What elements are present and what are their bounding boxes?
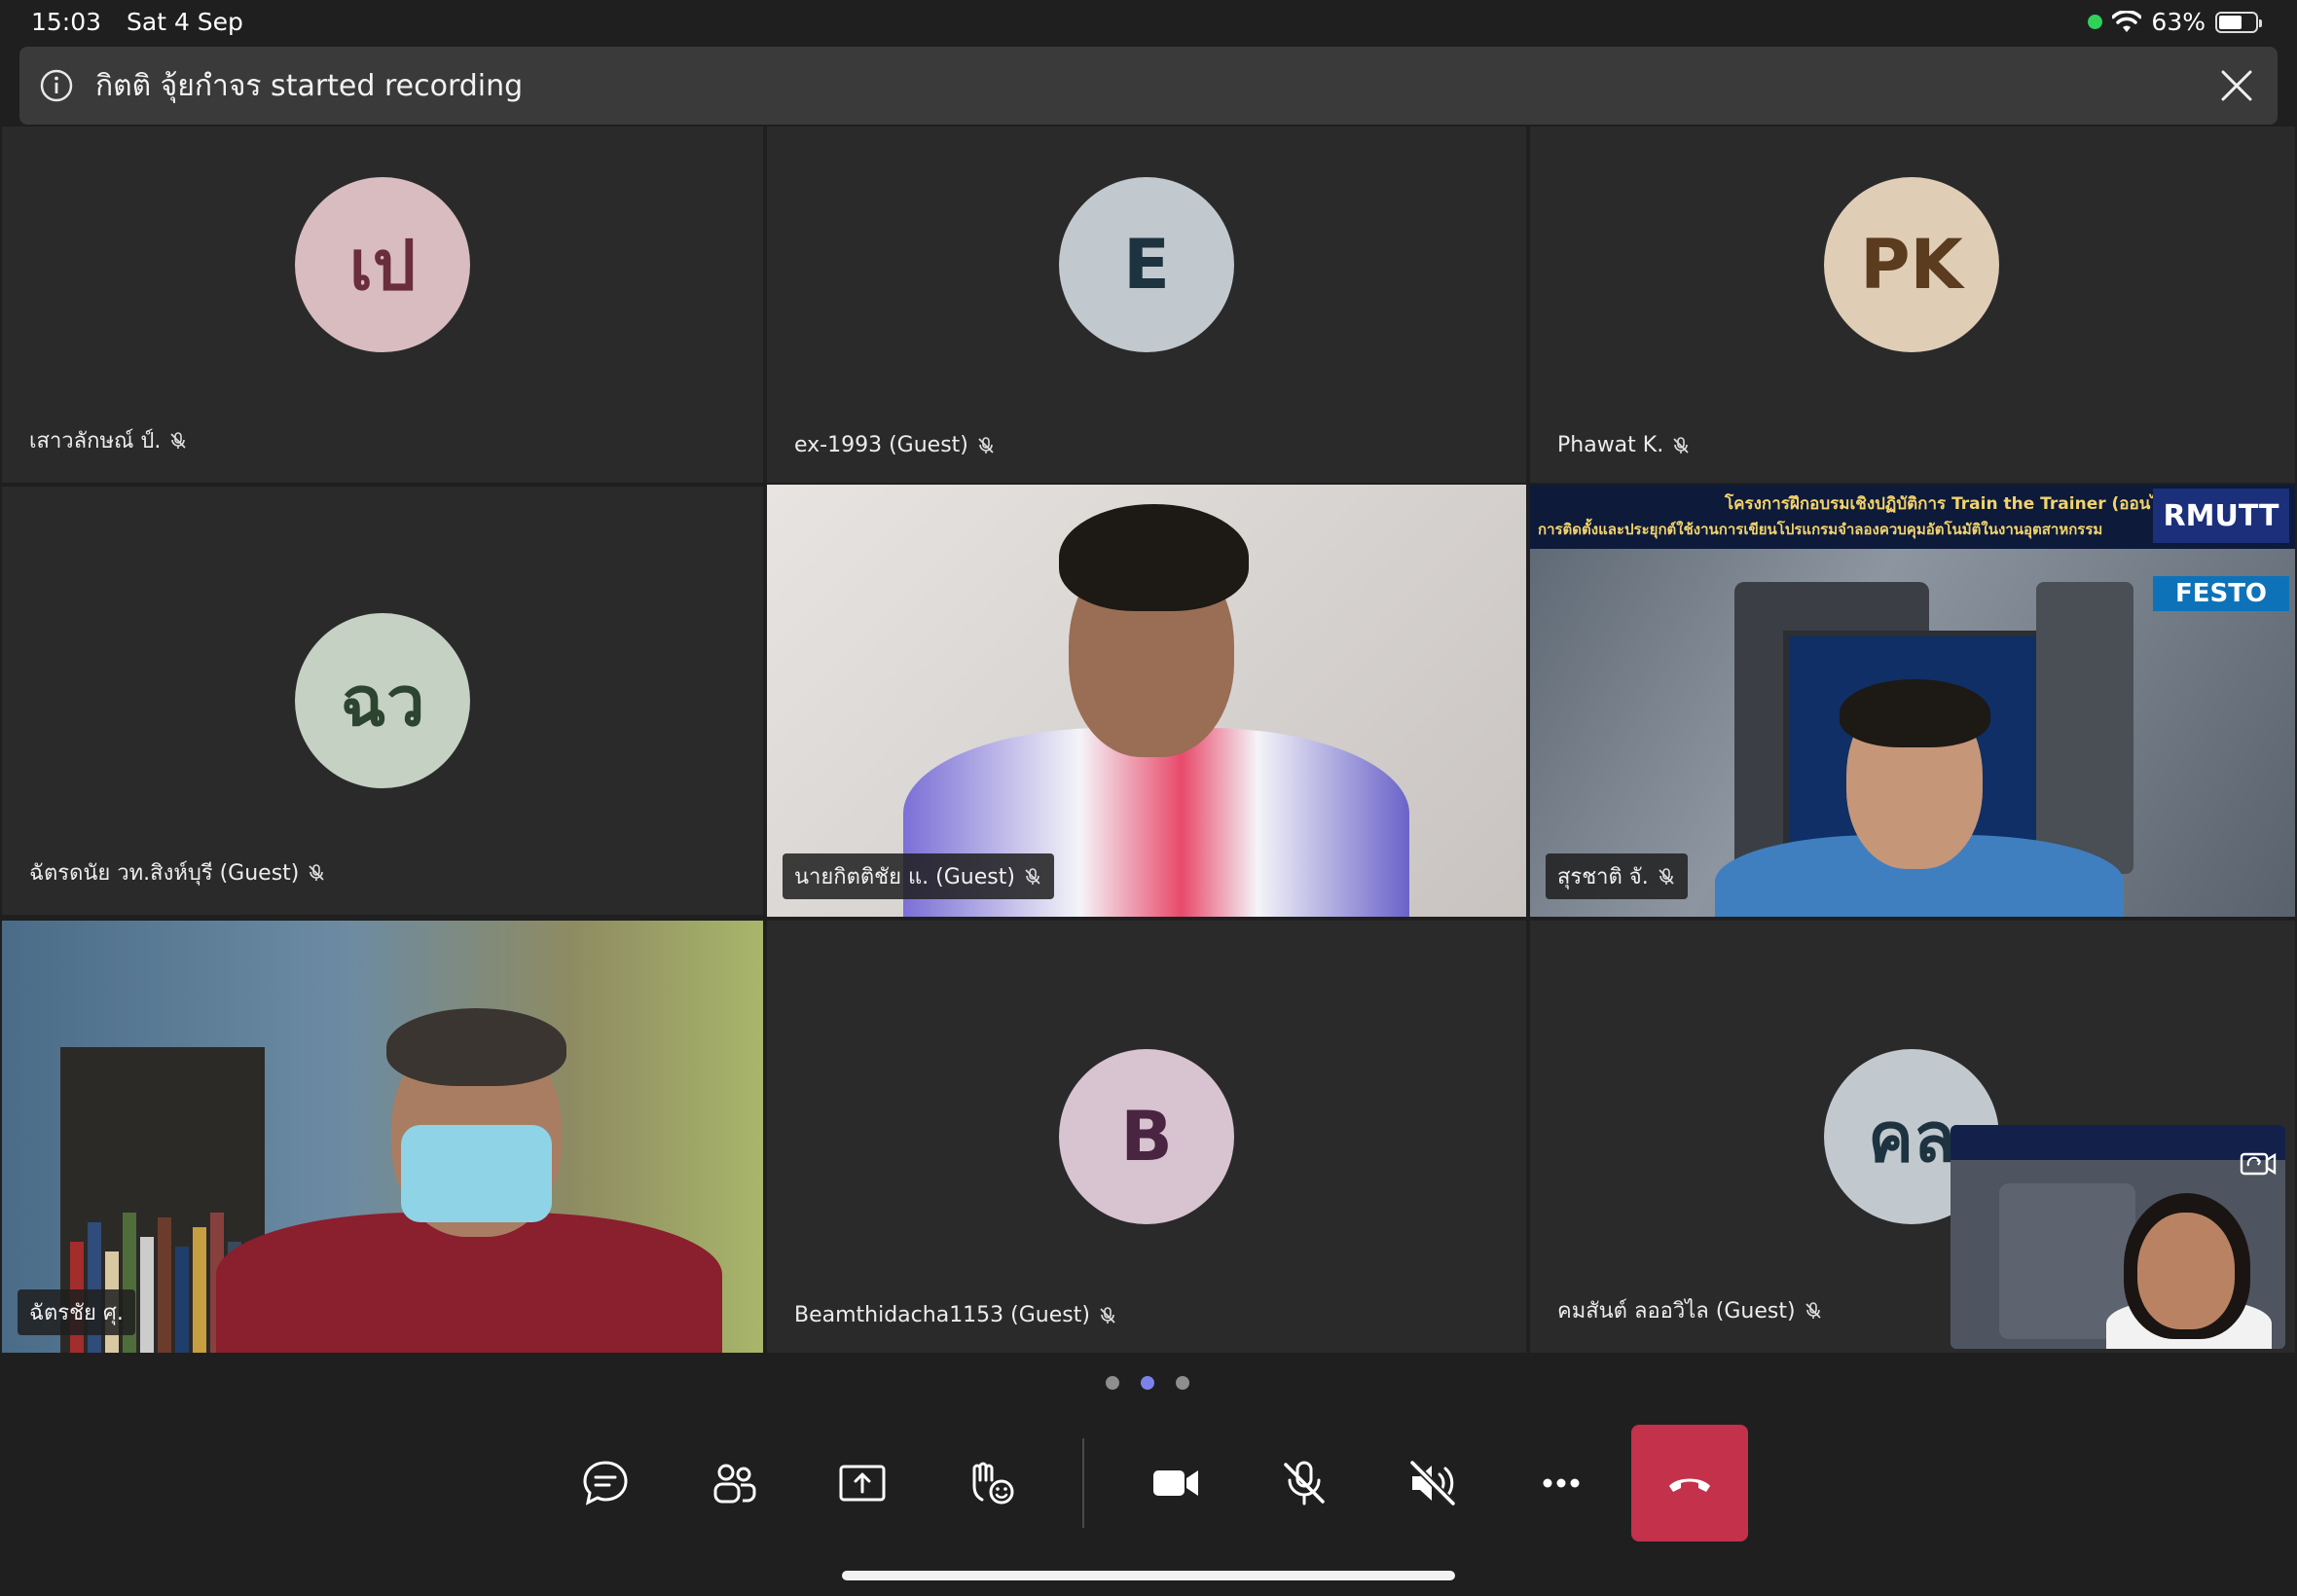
participant-name: ex-1993 (Guest): [794, 433, 996, 457]
chat-button[interactable]: [547, 1425, 664, 1542]
hangup-button[interactable]: [1631, 1425, 1748, 1542]
speaker-off-icon: [1409, 1460, 1456, 1506]
avatar: PK: [1824, 177, 1999, 352]
participant-tile[interactable]: B Beamthidacha1153 (Guest): [767, 921, 1526, 1353]
mic-off-icon: [1100, 1306, 1115, 1324]
video-person-hair: [386, 1008, 566, 1086]
more-icon: [1543, 1478, 1580, 1488]
participant-video-tile[interactable]: ฉัตรชัย ศุ.: [2, 921, 763, 1353]
close-icon[interactable]: [2217, 66, 2256, 105]
mic-button[interactable]: [1246, 1425, 1363, 1542]
participant-tile[interactable]: เป เสาวลักษณ์ ป์.: [2, 127, 763, 483]
info-icon: [40, 69, 73, 102]
slide-title-line1: โครงการฝึกอบรมเชิงปฏิบัติการ Train the T…: [1725, 494, 2188, 514]
mic-off-icon: [309, 863, 325, 881]
battery-fill: [2219, 15, 2242, 29]
video-person-head: [2137, 1213, 2235, 1329]
avatar: E: [1059, 177, 1234, 352]
page-dot[interactable]: [1106, 1376, 1119, 1390]
share-tray-icon: [839, 1465, 886, 1502]
reactions-button[interactable]: [932, 1425, 1049, 1542]
participant-video-tile[interactable]: นายกิตติชัย แ. (Guest): [767, 485, 1526, 917]
participant-name: คมสันต์ ลออวิไล (Guest): [1557, 1293, 1823, 1327]
participant-tile[interactable]: PK Phawat K.: [1530, 127, 2295, 483]
banner-text: กิตติ จุ้ยกำจร started recording: [95, 68, 524, 103]
wifi-icon: [2112, 10, 2142, 32]
mic-off-icon: [1673, 436, 1689, 453]
status-time: 15:03: [31, 8, 102, 36]
mic-off-icon: [1805, 1301, 1821, 1319]
call-controls-toolbar: [0, 1425, 2297, 1542]
status-date: Sat 4 Sep: [127, 8, 243, 36]
raise-hand-icon: [972, 1462, 1014, 1505]
hangup-icon: [1669, 1478, 1710, 1492]
people-icon: [713, 1464, 756, 1504]
speaker-button[interactable]: [1374, 1425, 1491, 1542]
status-indicators: 63%: [2088, 8, 2262, 36]
status-time-date: 15:03 Sat 4 Sep: [31, 8, 261, 36]
camera-button[interactable]: [1117, 1425, 1234, 1542]
video-person-hair: [1059, 504, 1249, 611]
switch-camera-icon[interactable]: [2239, 1144, 2278, 1183]
video-camera-icon: [1153, 1470, 1198, 1496]
participant-video-tile[interactable]: โครงการฝึกอบรมเชิงปฏิบัติการ Train the T…: [1530, 485, 2295, 917]
mic-off-icon: [1284, 1461, 1325, 1505]
mic-off-icon: [1025, 867, 1040, 885]
avatar: เป: [295, 177, 470, 352]
page-dot[interactable]: [1176, 1376, 1189, 1390]
rmutt-logo: RMUTT: [2153, 489, 2289, 543]
camera-in-use-dot: [2088, 15, 2103, 29]
self-view-slide-header: [1951, 1125, 2285, 1160]
participant-name: ฉัตรดนัย วท.สิงห์บุรี (Guest): [29, 855, 326, 889]
share-button[interactable]: [804, 1425, 921, 1542]
page-dot-current[interactable]: [1141, 1376, 1154, 1390]
video-person-hair: [1840, 679, 1990, 747]
mic-off-icon: [170, 431, 186, 449]
avatar: B: [1059, 1049, 1234, 1224]
participants-button[interactable]: [675, 1425, 792, 1542]
participant-tile[interactable]: E ex-1993 (Guest): [767, 127, 1526, 483]
chat-icon: [583, 1461, 628, 1505]
participant-name: Beamthidacha1153 (Guest): [794, 1303, 1117, 1327]
participant-tile[interactable]: ฉว ฉัตรดนัย วท.สิงห์บุรี (Guest): [2, 487, 763, 915]
more-button[interactable]: [1503, 1425, 1620, 1542]
avatar: ฉว: [295, 613, 470, 788]
participant-name: ฉัตรชัย ศุ.: [18, 1289, 135, 1335]
page-indicator[interactable]: [1106, 1376, 1189, 1390]
festo-logo: FESTO: [2153, 576, 2289, 611]
face-mask: [401, 1125, 552, 1222]
mic-off-icon: [978, 436, 994, 453]
slide-title-line2: การติดตั้งและประยุกต์ใช้งานการเขียนโปรแก…: [1538, 521, 2103, 538]
slide-touch-strip: [2036, 582, 2133, 874]
toolbar-separator: [1082, 1438, 1084, 1528]
battery-percent: 63%: [2151, 8, 2206, 36]
home-indicator[interactable]: [842, 1571, 1455, 1580]
recording-notification-banner: กิตติ จุ้ยกำจร started recording: [19, 47, 2278, 125]
mic-off-icon: [1659, 867, 1674, 885]
participant-name: สุรชาติ จั.: [1546, 853, 1688, 899]
participant-name: นายกิตติชัย แ. (Guest): [783, 853, 1054, 899]
participant-name: Phawat K.: [1557, 433, 1691, 457]
battery-icon: [2215, 11, 2262, 33]
participant-name: เสาวลักษณ์ ป์.: [29, 423, 188, 457]
status-bar: 15:03 Sat 4 Sep 63%: [0, 0, 2297, 45]
self-view-video[interactable]: [1951, 1125, 2285, 1349]
slide-header: โครงการฝึกอบรมเชิงปฏิบัติการ Train the T…: [1530, 485, 2295, 549]
